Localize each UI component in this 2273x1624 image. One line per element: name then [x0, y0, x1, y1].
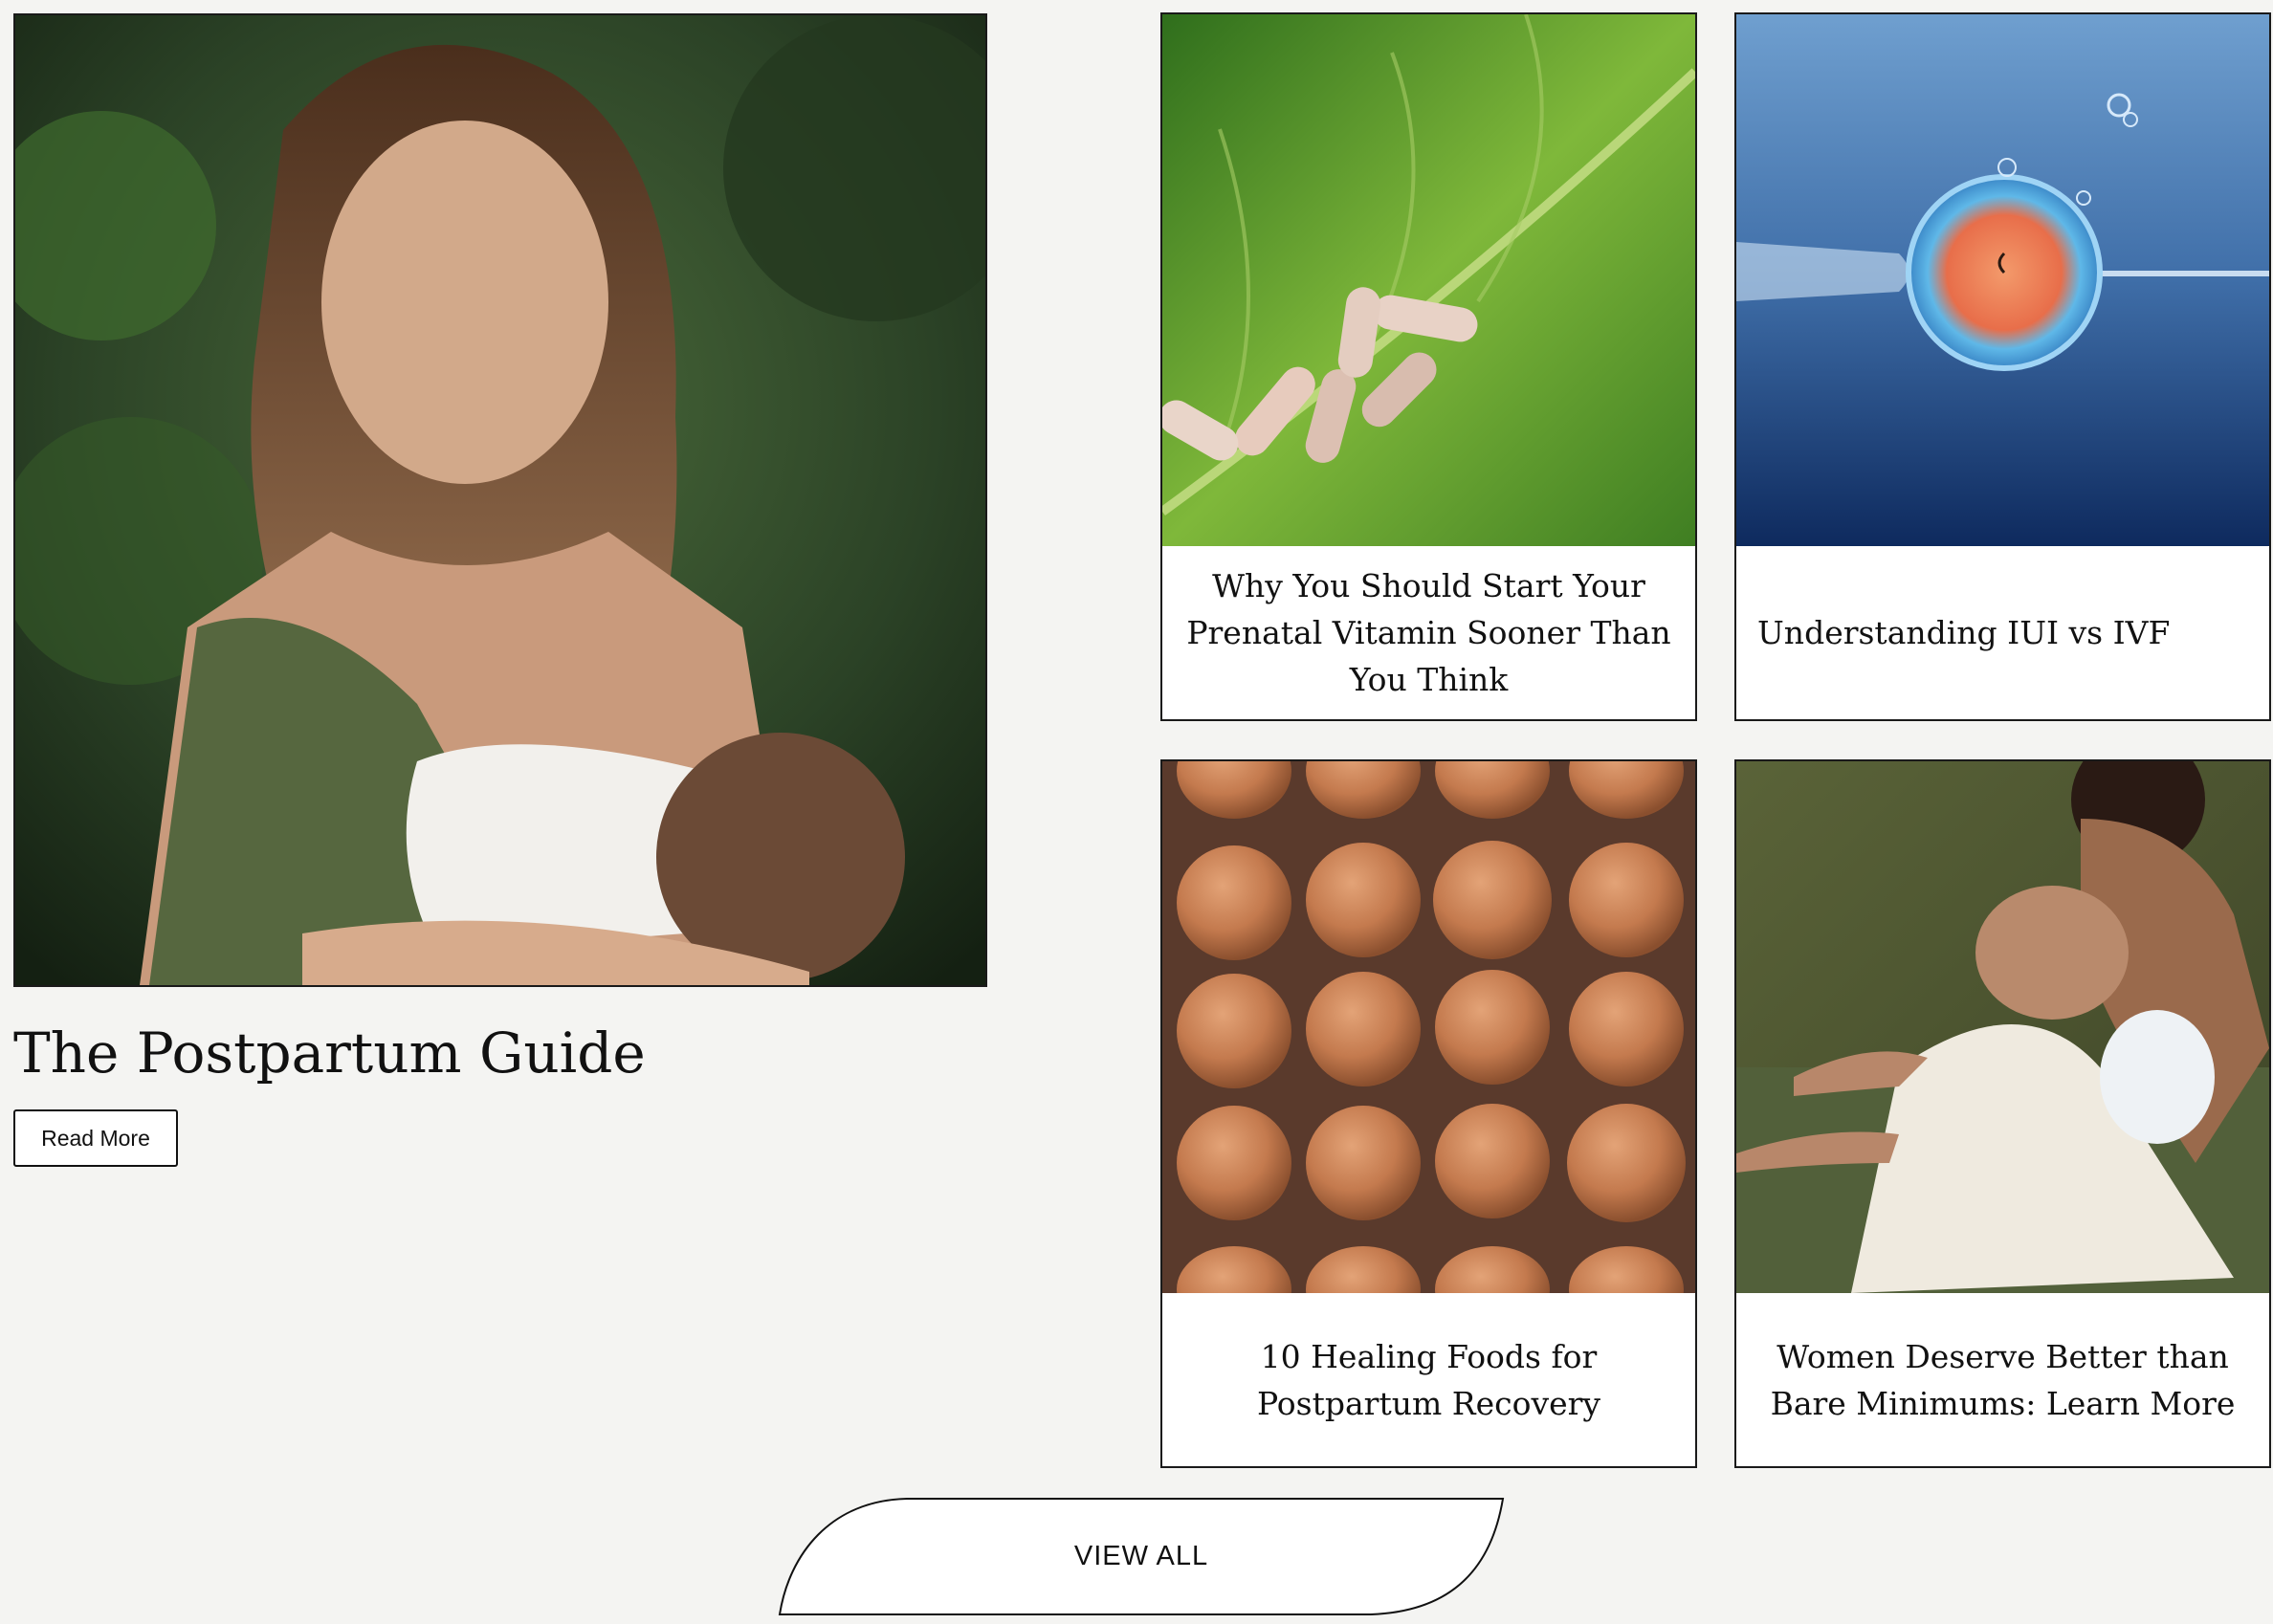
view-all-button[interactable]: VIEW ALL [778, 1497, 1505, 1616]
read-more-button[interactable]: Read More [13, 1109, 178, 1167]
capsules-on-leaf-image[interactable] [1162, 14, 1695, 546]
article-card-prenatal-vitamin[interactable]: Why You Should Start Your Prenatal Vitam… [1160, 12, 1697, 721]
article-card-healing-foods[interactable]: 10 Healing Foods for Postpartum Recovery [1160, 759, 1697, 1468]
eggs-in-carton-image[interactable] [1162, 761, 1695, 1293]
article-card-iui-vs-ivf[interactable]: Understanding IUI vs IVF [1734, 12, 2271, 721]
card-title[interactable]: Understanding IUI vs IVF [1736, 546, 2269, 719]
egg-cell-image[interactable] [1736, 14, 2269, 546]
featured-article-title[interactable]: The Postpartum Guide [13, 1014, 646, 1092]
woman-on-sofa-image[interactable] [1736, 761, 2269, 1293]
card-title[interactable]: Why You Should Start Your Prenatal Vitam… [1162, 546, 1695, 719]
featured-article-image[interactable] [13, 13, 987, 987]
card-title[interactable]: Women Deserve Better than Bare Minimums:… [1736, 1293, 2269, 1466]
card-title[interactable]: 10 Healing Foods for Postpartum Recovery [1162, 1293, 1695, 1466]
article-card-bare-minimums[interactable]: Women Deserve Better than Bare Minimums:… [1734, 759, 2271, 1468]
